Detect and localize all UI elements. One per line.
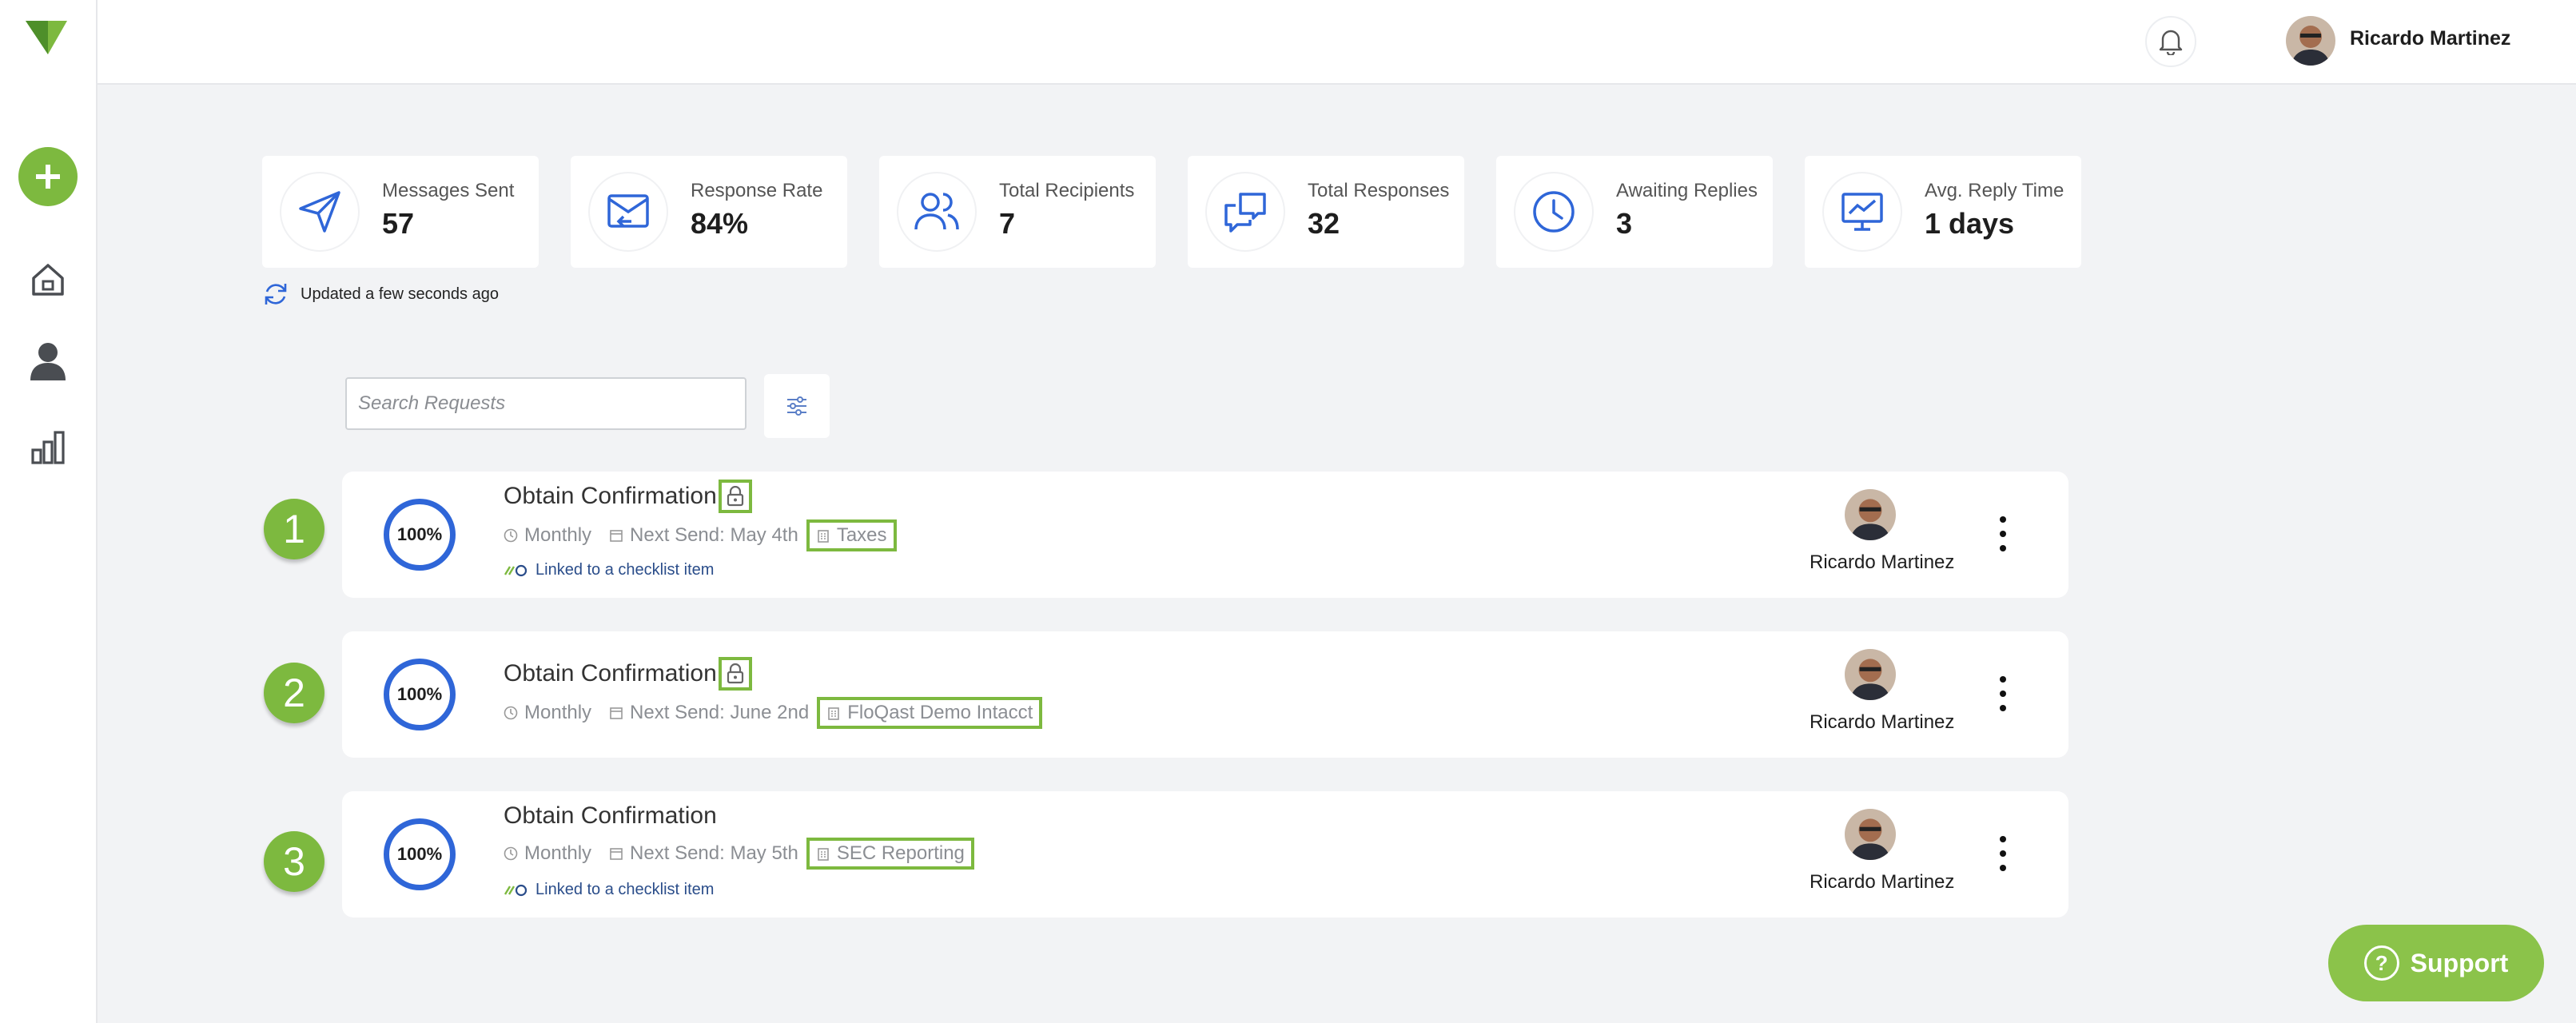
filter-button[interactable] bbox=[764, 374, 830, 438]
entity-tag: SEC Reporting bbox=[806, 838, 974, 870]
frequency-label: Monthly bbox=[524, 702, 592, 723]
owner-name: Ricardo Martinez bbox=[1810, 551, 1955, 573]
clock-icon bbox=[504, 846, 518, 861]
plus-icon bbox=[36, 165, 60, 189]
owner-avatar bbox=[1845, 489, 1896, 540]
row-number-badge: 1 bbox=[264, 499, 324, 559]
search-input[interactable] bbox=[345, 377, 747, 430]
monitor-chart-icon bbox=[1822, 172, 1902, 252]
top-bar bbox=[98, 0, 2576, 85]
add-new-button[interactable] bbox=[18, 147, 78, 206]
help-icon: ? bbox=[2363, 945, 2399, 981]
request-card[interactable]: 100% Obtain Confirmation Monthly Next Se… bbox=[342, 631, 2068, 758]
request-card[interactable]: 100% Obtain Confirmation Monthly Next Se… bbox=[342, 472, 2068, 598]
user-name[interactable]: Ricardo Martinez bbox=[2350, 27, 2510, 50]
entity-tag: Taxes bbox=[806, 519, 897, 551]
sliders-icon bbox=[787, 396, 806, 416]
row-number-badge: 3 bbox=[264, 831, 324, 892]
request-title[interactable]: Obtain Confirmation bbox=[504, 660, 717, 687]
entity-tag-label: Taxes bbox=[836, 524, 887, 546]
send-icon bbox=[280, 172, 360, 252]
support-button[interactable]: ? Support bbox=[2328, 925, 2544, 1001]
next-send-label: Next Send: June 2nd bbox=[630, 702, 810, 723]
entity-tag-label: FloQast Demo Intacct bbox=[847, 702, 1033, 723]
floqast-link-icon bbox=[504, 884, 528, 896]
frequency-label: Monthly bbox=[524, 524, 592, 546]
calendar-icon bbox=[610, 530, 623, 542]
frequency-label: Monthly bbox=[524, 842, 592, 864]
request-card[interactable]: 100% Obtain Confirmation Monthly Next Se… bbox=[342, 791, 2068, 918]
checklist-link[interactable]: Linked to a checklist item bbox=[504, 881, 714, 899]
entity-tag-label: SEC Reporting bbox=[836, 842, 965, 864]
stat-card-messages-sent: Messages Sent 57 bbox=[262, 156, 539, 268]
more-options-icon[interactable] bbox=[1995, 836, 2011, 871]
request-title[interactable]: Obtain Confirmation bbox=[504, 483, 717, 510]
bell-icon bbox=[2159, 30, 2183, 55]
checklist-link-label[interactable]: Linked to a checklist item bbox=[536, 881, 714, 899]
stat-card-total-recipients: Total Recipients 7 bbox=[879, 156, 1156, 268]
building-icon bbox=[818, 530, 829, 543]
clock-icon bbox=[1514, 172, 1594, 252]
refresh-icon[interactable] bbox=[262, 281, 289, 308]
updated-text: Updated a few seconds ago bbox=[301, 285, 499, 303]
sidebar bbox=[0, 0, 98, 1023]
entity-tag: FloQast Demo Intacct bbox=[817, 697, 1043, 729]
calendar-icon bbox=[610, 848, 623, 860]
lock-icon bbox=[718, 657, 752, 691]
home-icon bbox=[32, 264, 64, 296]
support-label: Support bbox=[2410, 948, 2509, 977]
checklist-link-label[interactable]: Linked to a checklist item bbox=[536, 561, 714, 579]
building-icon bbox=[828, 707, 840, 720]
chat-bubbles-icon bbox=[1205, 172, 1285, 252]
clock-icon bbox=[504, 706, 518, 720]
floqast-link-icon bbox=[504, 564, 528, 576]
mail-reply-icon bbox=[588, 172, 668, 252]
progress-ring: 100% bbox=[384, 659, 456, 730]
user-avatar[interactable] bbox=[2286, 16, 2335, 66]
users-icon bbox=[897, 172, 977, 252]
calendar-icon bbox=[610, 707, 623, 719]
next-send-label: Next Send: May 5th bbox=[630, 842, 798, 864]
more-options-icon[interactable] bbox=[1995, 676, 2011, 711]
progress-ring: 100% bbox=[384, 499, 456, 571]
clock-icon bbox=[504, 528, 518, 543]
bar-chart-icon bbox=[31, 431, 65, 464]
notifications-button[interactable] bbox=[2145, 16, 2196, 67]
stat-card-avg-reply-time: Avg. Reply Time 1 days bbox=[1805, 156, 2081, 268]
contacts-nav-button[interactable] bbox=[26, 339, 70, 384]
floqast-logo[interactable] bbox=[24, 18, 69, 58]
lock-icon bbox=[718, 480, 752, 513]
owner-avatar bbox=[1845, 809, 1896, 860]
stat-card-total-responses: Total Responses 32 bbox=[1188, 156, 1464, 268]
last-updated: Updated a few seconds ago bbox=[262, 280, 499, 308]
building-icon bbox=[818, 848, 829, 861]
person-icon bbox=[30, 343, 66, 380]
reports-nav-button[interactable] bbox=[26, 425, 70, 470]
home-nav-button[interactable] bbox=[26, 257, 70, 302]
next-send-label: Next Send: May 4th bbox=[630, 524, 798, 546]
more-options-icon[interactable] bbox=[1995, 516, 2011, 551]
owner-avatar bbox=[1845, 649, 1896, 700]
stat-card-response-rate: Response Rate 84% bbox=[571, 156, 847, 268]
request-title[interactable]: Obtain Confirmation bbox=[504, 802, 717, 830]
progress-ring: 100% bbox=[384, 818, 456, 890]
owner-name: Ricardo Martinez bbox=[1810, 711, 1955, 733]
checklist-link[interactable]: Linked to a checklist item bbox=[504, 561, 714, 579]
owner-name: Ricardo Martinez bbox=[1810, 871, 1955, 893]
row-number-badge: 2 bbox=[264, 663, 324, 723]
stat-card-awaiting-replies: Awaiting Replies 3 bbox=[1496, 156, 1773, 268]
